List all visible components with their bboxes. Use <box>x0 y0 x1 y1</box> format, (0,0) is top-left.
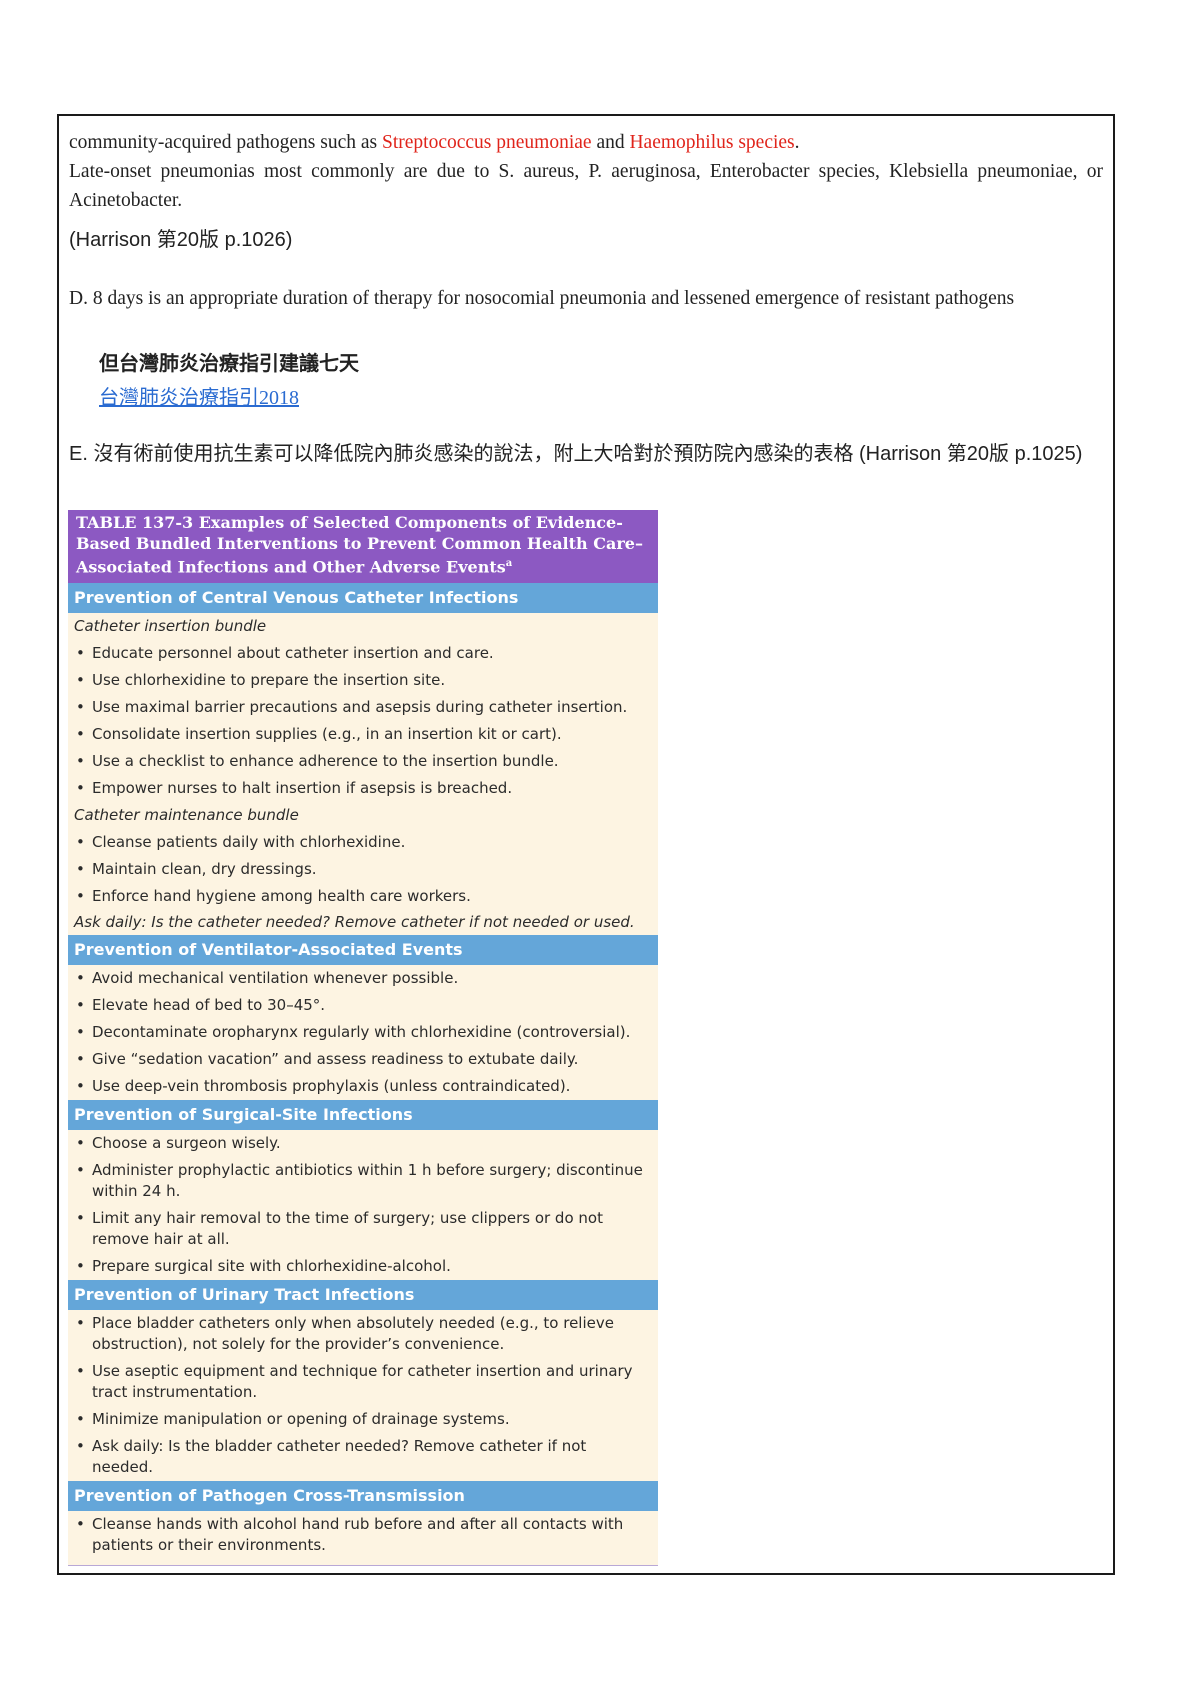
paragraph-c: community-acquired pathogens such as Str… <box>69 128 1103 215</box>
item-text: Use maximal barrier precautions and asep… <box>92 697 628 716</box>
bullet-icon: • <box>76 1409 85 1428</box>
list-item: • Use aseptic equipment and technique for… <box>68 1358 658 1406</box>
list-item: • Empower nurses to halt insertion if ase… <box>68 775 658 802</box>
content-box: community-acquired pathogens such as Str… <box>57 114 1115 1575</box>
item-text: Elevate head of bed to 30–45°. <box>92 995 326 1014</box>
bullet-icon: • <box>76 1313 85 1332</box>
list-item: • Place bladder catheters only when absol… <box>68 1310 658 1358</box>
list-item: • Use maximal barrier precautions and ase… <box>68 694 658 721</box>
item-text: Decontaminate oropharynx regularly with … <box>92 1022 631 1041</box>
list-item: • Give “sedation vacation” and assess rea… <box>68 1046 658 1073</box>
section-header-surgical-site: Prevention of Surgical-Site Infections <box>68 1099 658 1130</box>
list-item: • Cleanse hands with alcohol hand rub bef… <box>68 1511 658 1559</box>
item-text: Minimize manipulation or opening of drai… <box>92 1409 510 1428</box>
bullet-icon: • <box>76 1049 85 1068</box>
paragraph-e: E. 沒有術前使用抗生素可以降低院內肺炎感染的說法，附上大哈對於預防院內感染的表… <box>69 443 1083 465</box>
item-text: Ask daily: Is the bladder catheter neede… <box>92 1436 587 1476</box>
list-item: • Use deep-vein thrombosis prophylaxis (u… <box>68 1073 658 1100</box>
item-text: Maintain clean, dry dressings. <box>92 859 317 878</box>
bullet-icon: • <box>76 1514 85 1533</box>
bullet-icon: • <box>76 1022 85 1041</box>
bullet-icon: • <box>76 886 85 905</box>
list-item: • Avoid mechanical ventilation whenever p… <box>68 965 658 992</box>
paragraph-d: D. 8 days is an appropriate duration of … <box>69 288 1015 309</box>
item-text: Avoid mechanical ventilation whenever po… <box>92 968 459 987</box>
bullet-icon: • <box>76 670 85 689</box>
ask-daily-note: Ask daily: Is the catheter needed? Remov… <box>74 912 635 931</box>
table-title-sup: a <box>505 558 513 569</box>
bullet-icon: • <box>76 724 85 743</box>
bullet-icon: • <box>76 1160 85 1179</box>
table-title: TABLE 137-3 Examples of Selected Compone… <box>68 510 658 583</box>
bullet-icon: • <box>76 995 85 1014</box>
list-item: • Enforce hand hygiene among health care … <box>68 883 658 910</box>
table-title-text: TABLE 137-3 Examples of Selected Compone… <box>76 513 643 577</box>
list-item: • Prepare surgical site with chlorhexidin… <box>68 1253 658 1280</box>
item-text: Empower nurses to halt insertion if asep… <box>92 778 513 797</box>
list-item: • Minimize manipulation or opening of dra… <box>68 1406 658 1433</box>
list-item: • Use chlorhexidine to prepare the insert… <box>68 667 658 694</box>
bullet-icon: • <box>76 643 85 662</box>
subheading-insertion-bundle: Catheter insertion bundle <box>74 616 267 635</box>
table-bottom-rule <box>68 1559 658 1566</box>
list-item: • Administer prophylactic antibiotics wit… <box>68 1157 658 1205</box>
item-text: Cleanse patients daily with chlorhexidin… <box>92 832 406 851</box>
bullet-icon: • <box>76 1133 85 1152</box>
list-item: • Cleanse patients daily with chlorhexidi… <box>68 829 658 856</box>
list-item: • Decontaminate oropharynx regularly with… <box>68 1019 658 1046</box>
citation-c: (Harrison 第20版 p.1026) <box>69 229 293 251</box>
item-text: Prepare surgical site with chlorhexidine… <box>92 1256 451 1275</box>
bullet-icon: • <box>76 697 85 716</box>
list-item: • Ask daily: Is the bladder catheter need… <box>68 1433 658 1481</box>
item-text: Choose a surgeon wisely. <box>92 1133 281 1152</box>
item-text: Use a checklist to enhance adherence to … <box>92 751 559 770</box>
list-item: • Use a checklist to enhance adherence to… <box>68 748 658 775</box>
item-text: Cleanse hands with alcohol hand rub befo… <box>92 1514 624 1554</box>
item-text: Educate personnel about catheter inserti… <box>92 643 494 662</box>
bullet-icon: • <box>76 832 85 851</box>
taiwan-guideline-link[interactable]: 台灣肺炎治療指引2018 <box>99 381 1103 410</box>
streptococcus-term: Streptococcus pneumoniae <box>382 132 592 153</box>
period-text: . <box>794 132 800 153</box>
item-text: Use deep-vein thrombosis prophylaxis (un… <box>92 1076 571 1095</box>
late-onset-text: Late-onset pneumonias most commonly are … <box>69 161 1103 211</box>
bullet-icon: • <box>76 751 85 770</box>
item-text: Administer prophylactic antibiotics with… <box>92 1160 643 1200</box>
bullet-icon: • <box>76 859 85 878</box>
bullet-icon: • <box>76 1256 85 1275</box>
section-header-cvc: Prevention of Central Venous Catheter In… <box>68 582 658 613</box>
taiwan-guideline-note: 但台灣肺炎治療指引建議七天 <box>99 353 359 375</box>
item-text: Give “sedation vacation” and assess read… <box>92 1049 579 1068</box>
conjunction-text: and <box>591 132 630 153</box>
item-text: Use chlorhexidine to prepare the inserti… <box>92 670 446 689</box>
list-item: • Elevate head of bed to 30–45°. <box>68 992 658 1019</box>
bullet-icon: • <box>76 1361 85 1380</box>
item-text: Consolidate insertion supplies (e.g., in… <box>92 724 562 743</box>
list-item: • Consolidate insertion supplies (e.g., i… <box>68 721 658 748</box>
list-item: • Maintain clean, dry dressings. <box>68 856 658 883</box>
item-text: Place bladder catheters only when absolu… <box>92 1313 614 1353</box>
item-text: Use aseptic equipment and technique for … <box>92 1361 633 1401</box>
list-item: • Choose a surgeon wisely. <box>68 1130 658 1157</box>
bullet-icon: • <box>76 1436 85 1455</box>
list-item: • Limit any hair removal to the time of s… <box>68 1205 658 1253</box>
subheading-maintenance-bundle: Catheter maintenance bundle <box>74 805 299 824</box>
section-header-cross-transmission: Prevention of Pathogen Cross-Transmissio… <box>68 1480 658 1511</box>
haemophilus-term: Haemophilus species <box>629 132 795 153</box>
section-header-urinary-tract: Prevention of Urinary Tract Infections <box>68 1279 658 1310</box>
bullet-icon: • <box>76 1208 85 1227</box>
harrison-table-137-3: TABLE 137-3 Examples of Selected Compone… <box>68 510 658 1566</box>
pathogens-text: community-acquired pathogens such as <box>69 132 382 153</box>
bullet-icon: • <box>76 1076 85 1095</box>
section-header-ventilator: Prevention of Ventilator-Associated Even… <box>68 934 658 965</box>
list-item: • Educate personnel about catheter insert… <box>68 640 658 667</box>
bullet-icon: • <box>76 968 85 987</box>
item-text: Limit any hair removal to the time of su… <box>92 1208 603 1248</box>
bullet-icon: • <box>76 778 85 797</box>
item-text: Enforce hand hygiene among health care w… <box>92 886 471 905</box>
